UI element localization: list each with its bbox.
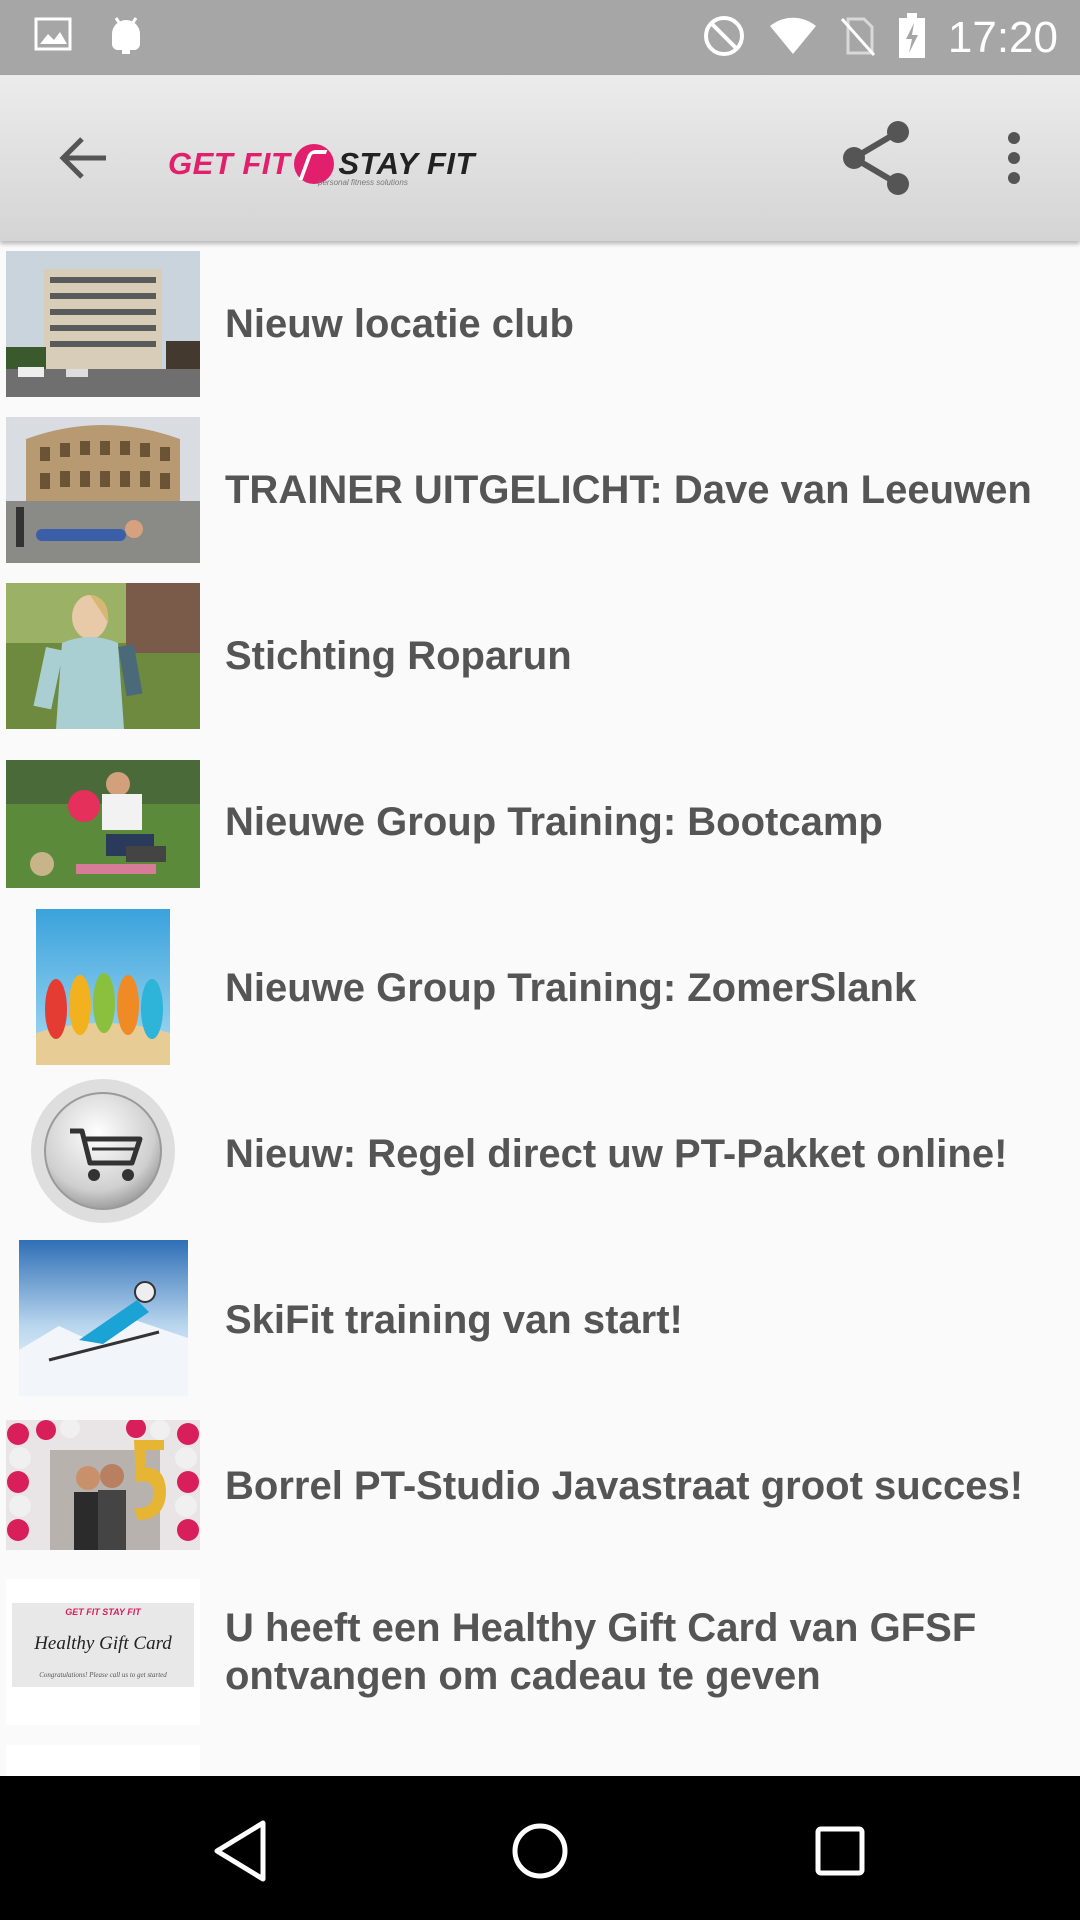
building-photo [6,251,200,397]
wifi-icon [768,16,818,61]
battery-charging-icon [898,12,926,64]
balloons-party-photo [6,1420,200,1550]
list-item-title: Nieuw locatie club [225,302,574,346]
more-vert-icon[interactable] [976,120,1052,196]
gift-card-brand: GET FIT STAY FIT [65,1607,141,1617]
gift-card-footer: Congratulations! Please call us to get s… [39,1671,167,1679]
list-item[interactable]: Nieuw locatie club [0,241,1080,409]
list-item-title: SkiFit training van start! [225,1298,683,1342]
android-debug-icon [108,14,144,59]
nav-back-icon[interactable] [196,1806,286,1896]
status-bar: 17:20 [0,0,1080,75]
share-icon[interactable] [838,120,914,196]
list-item-title: Stichting Roparun [225,634,572,678]
nav-home-icon[interactable] [495,1806,585,1896]
list-item-title: TRAINER UITGELICHT: Dave van Leeuwen [225,468,1032,512]
app-toolbar: GET FIT STAY FIT personal fitness soluti… [0,75,1080,241]
logo-text-stayfit: STAY FIT [338,146,475,181]
clock: 17:20 [947,13,1058,62]
skier-photo [19,1240,188,1396]
list-item-title: Borrel PT-Studio Javastraat groot succes… [225,1464,1024,1508]
image-icon [34,17,72,56]
logo-tagline: personal fitness solutions [318,178,408,187]
list-item-title: Nieuwe Group Training: ZomerSlank [225,966,917,1010]
list-item-thumbnail [6,1745,200,1776]
list-item[interactable]: Nieuwe Group Training: ZomerSlank [0,905,1080,1073]
arrow-back-icon[interactable] [46,120,122,196]
bootcamp-photo [6,760,200,888]
nav-recents-icon[interactable] [795,1806,885,1896]
system-nav-bar [0,1776,1080,1920]
app-logo: GET FIT STAY FIT personal fitness soluti… [168,137,475,191]
list-item[interactable]: SkiFit training van start! [0,1237,1080,1405]
do-not-disturb-icon [702,14,746,63]
list-item[interactable]: Nieuwe Group Training: Bootcamp [0,739,1080,907]
list-item[interactable] [0,1735,1080,1776]
list-item-title: Nieuw: Regel direct uw PT-Pakket online! [225,1132,1008,1176]
logo-text-getfit: GET FIT [168,146,291,181]
runner-woman-photo [6,583,200,729]
list-item[interactable]: Borrel PT-Studio Javastraat groot succes… [0,1403,1080,1571]
colosseum-pushup-photo [6,417,200,563]
list-item[interactable]: Stichting Roparun [0,573,1080,741]
list-item[interactable]: GET FIT STAY FIT Healthy Gift Card Congr… [0,1569,1080,1737]
news-list[interactable]: Nieuw locatie club TRAINER UITGELICHT: D… [0,241,1080,1776]
gift-card-name: Healthy Gift Card [34,1633,172,1654]
gift-card-image: GET FIT STAY FIT Healthy Gift Card Congr… [6,1579,200,1725]
list-item[interactable]: TRAINER UITGELICHT: Dave van Leeuwen [0,407,1080,575]
no-sim-icon [840,15,876,62]
list-item-title: Nieuwe Group Training: Bootcamp [225,800,883,844]
flipflops-beach-photo [36,909,170,1065]
list-item[interactable]: Nieuw: Regel direct uw PT-Pakket online! [0,1071,1080,1239]
list-item-title: U heeft een Healthy Gift Card van GFSF o… [225,1606,977,1698]
shopping-cart-icon [28,1077,178,1231]
gift-card: GET FIT STAY FIT Healthy Gift Card Congr… [12,1603,194,1687]
